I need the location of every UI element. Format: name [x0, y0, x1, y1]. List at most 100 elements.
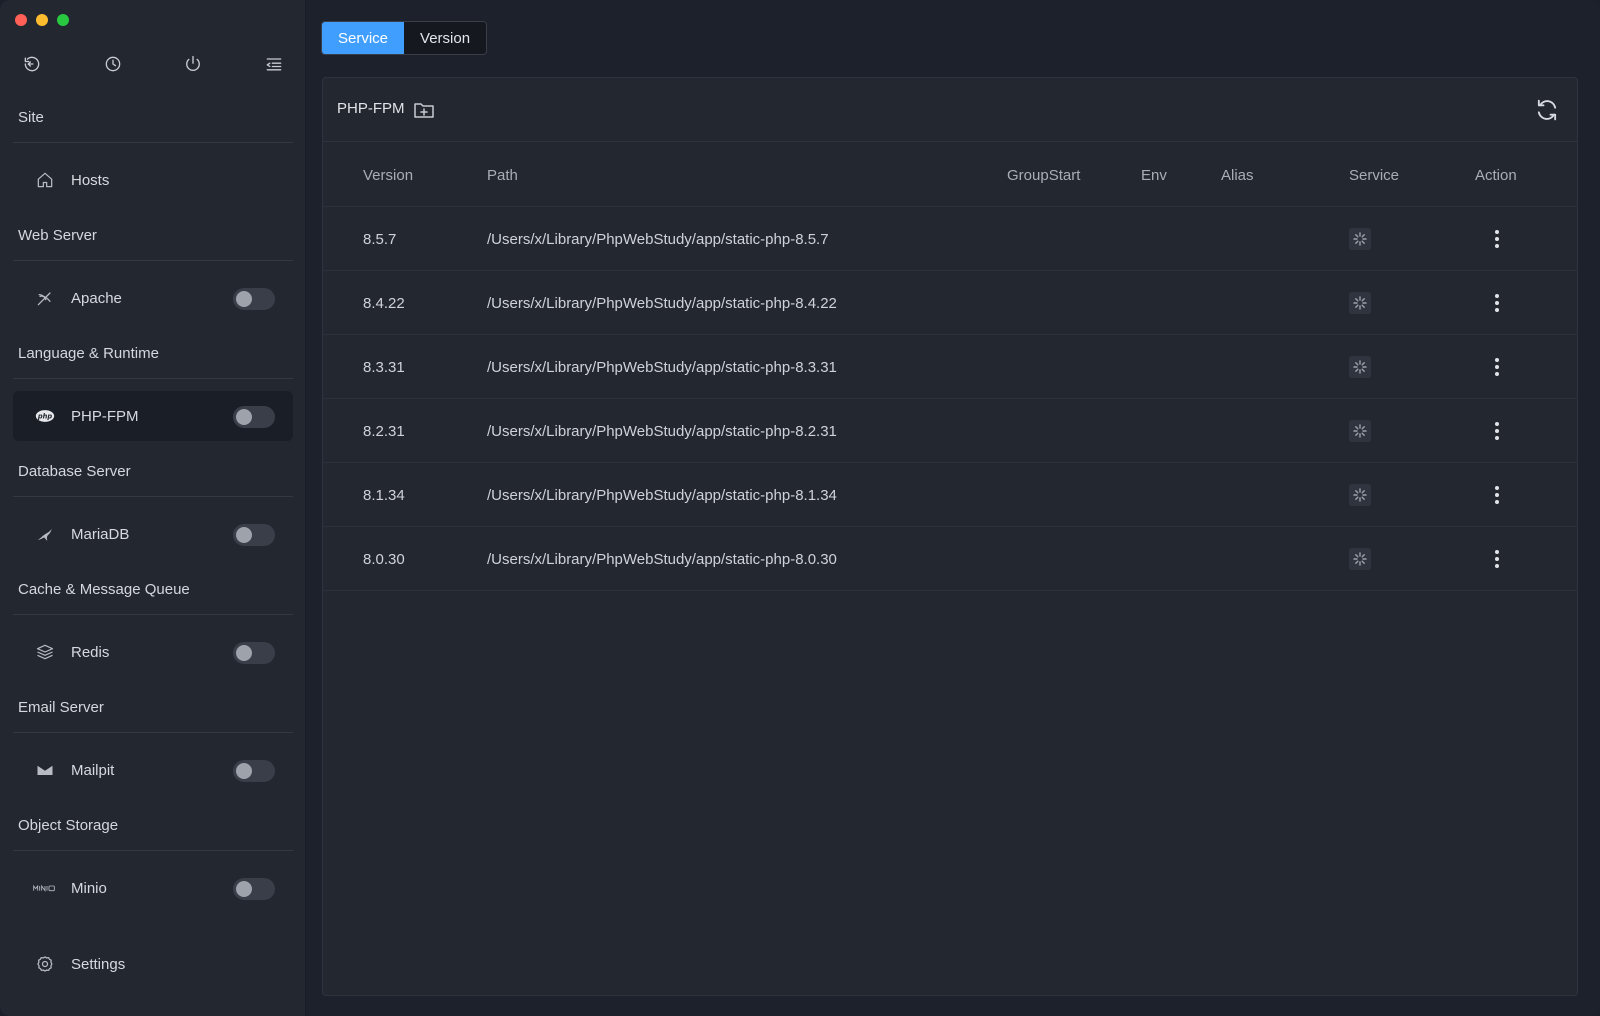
maximize-window-button[interactable] — [57, 14, 69, 26]
group-title-email-server: Email Server — [18, 699, 104, 716]
column-header-path: Path — [487, 166, 518, 184]
seal-icon — [33, 522, 57, 546]
loading-spinner-icon[interactable] — [1349, 228, 1371, 250]
row-service — [1349, 335, 1371, 399]
sidebar-item-label: Minio — [71, 879, 107, 897]
apache-toggle[interactable] — [233, 288, 275, 310]
home-icon — [33, 168, 57, 192]
row-action-menu[interactable] — [1485, 527, 1509, 591]
row-action-menu[interactable] — [1485, 207, 1509, 271]
refresh-icon[interactable] — [1533, 96, 1561, 124]
power-icon[interactable] — [179, 50, 207, 78]
sidebar-item-redis[interactable]: Redis — [13, 627, 293, 677]
row-service — [1349, 399, 1371, 463]
divider — [13, 260, 293, 261]
table-header: Version Path GroupStart Env Alias Servic… — [323, 143, 1577, 207]
more-vertical-icon — [1495, 422, 1499, 440]
php-fpm-toggle[interactable] — [233, 406, 275, 428]
loading-spinner-icon[interactable] — [1349, 548, 1371, 570]
row-version: 8.3.31 — [363, 358, 405, 376]
divider — [13, 614, 293, 615]
group-title-site: Site — [18, 109, 44, 126]
sidebar-item-label: Mailpit — [71, 761, 115, 779]
close-window-button[interactable] — [15, 14, 27, 26]
row-version: 8.4.22 — [363, 294, 405, 312]
loading-spinner-icon[interactable] — [1349, 420, 1371, 442]
column-header-env: Env — [1141, 166, 1167, 184]
row-path: /Users/x/Library/PhpWebStudy/app/static-… — [487, 422, 837, 440]
loading-spinner-icon[interactable] — [1349, 292, 1371, 314]
minio-toggle[interactable] — [233, 878, 275, 900]
sidebar-item-label: Settings — [71, 955, 126, 973]
row-action-menu[interactable] — [1485, 335, 1509, 399]
sidebar-item-label: Redis — [71, 643, 110, 661]
row-action-menu[interactable] — [1485, 399, 1509, 463]
sidebar-item-mariadb[interactable]: MariaDB — [13, 509, 293, 559]
php-icon: php — [33, 404, 57, 428]
back-arrow-icon[interactable] — [18, 50, 46, 78]
svg-text:php: php — [37, 413, 53, 421]
window-controls — [15, 14, 69, 26]
sidebar-item-mailpit[interactable]: Mailpit — [13, 745, 293, 795]
row-service — [1349, 207, 1371, 271]
tab-service[interactable]: Service — [322, 22, 405, 54]
sidebar-item-label: MariaDB — [71, 525, 130, 543]
more-vertical-icon — [1495, 358, 1499, 376]
sidebar-item-php-fpm[interactable]: php PHP-FPM — [13, 391, 293, 441]
group-title-language-runtime: Language & Runtime — [18, 345, 159, 362]
folder-add-icon[interactable] — [413, 100, 435, 120]
group-title-object-storage: Object Storage — [18, 817, 119, 834]
more-vertical-icon — [1495, 294, 1499, 312]
sidebar-item-minio[interactable]: Minio — [13, 863, 293, 913]
row-version: 8.2.31 — [363, 422, 405, 440]
row-service — [1349, 527, 1371, 591]
tab-bar: Service Version — [321, 21, 488, 55]
mariadb-toggle[interactable] — [233, 524, 275, 546]
row-path: /Users/x/Library/PhpWebStudy/app/static-… — [487, 294, 837, 312]
column-header-alias: Alias — [1221, 166, 1254, 184]
loading-spinner-icon[interactable] — [1349, 484, 1371, 506]
sidebar-item-label: Hosts — [71, 171, 110, 189]
row-version: 8.1.34 — [363, 486, 405, 504]
minio-icon — [33, 876, 57, 900]
app-window: Site Hosts Web Server Apache Language & … — [0, 0, 1600, 1016]
table-row: 8.2.31 /Users/x/Library/PhpWebStudy/app/… — [323, 399, 1577, 463]
sidebar: Site Hosts Web Server Apache Language & … — [0, 0, 306, 1016]
sidebar-item-hosts[interactable]: Hosts — [13, 155, 293, 205]
menu-collapse-icon[interactable] — [260, 50, 288, 78]
row-action-menu[interactable] — [1485, 463, 1509, 527]
more-vertical-icon — [1495, 550, 1499, 568]
row-version: 8.5.7 — [363, 230, 397, 248]
panel-title: PHP-FPM — [337, 100, 405, 117]
mail-icon — [33, 758, 57, 782]
loading-spinner-icon[interactable] — [1349, 356, 1371, 378]
divider — [13, 496, 293, 497]
sidebar-toolbar — [18, 50, 288, 78]
feather-icon — [33, 286, 57, 310]
more-vertical-icon — [1495, 486, 1499, 504]
minimize-window-button[interactable] — [36, 14, 48, 26]
column-header-action: Action — [1475, 166, 1517, 184]
row-action-menu[interactable] — [1485, 271, 1509, 335]
service-panel: PHP-FPM Version Path GroupStart Env Alia… — [322, 77, 1578, 996]
table-row: 8.3.31 /Users/x/Library/PhpWebStudy/app/… — [323, 335, 1577, 399]
table-row: 8.0.30 /Users/x/Library/PhpWebStudy/app/… — [323, 527, 1577, 591]
tab-version[interactable]: Version — [404, 22, 487, 54]
divider — [13, 378, 293, 379]
row-service — [1349, 463, 1371, 527]
column-header-groupstart: GroupStart — [1007, 166, 1081, 184]
row-path: /Users/x/Library/PhpWebStudy/app/static-… — [487, 550, 837, 568]
sidebar-item-label: PHP-FPM — [71, 407, 139, 425]
row-version: 8.0.30 — [363, 550, 405, 568]
column-header-version: Version — [363, 166, 414, 184]
divider — [13, 850, 293, 851]
table-row: 8.5.7 /Users/x/Library/PhpWebStudy/app/s… — [323, 207, 1577, 271]
clock-icon[interactable] — [99, 50, 127, 78]
mailpit-toggle[interactable] — [233, 760, 275, 782]
more-vertical-icon — [1495, 230, 1499, 248]
sidebar-item-settings[interactable]: Settings — [13, 939, 293, 989]
redis-toggle[interactable] — [233, 642, 275, 664]
sidebar-item-apache[interactable]: Apache — [13, 273, 293, 323]
divider — [13, 142, 293, 143]
stack-icon — [33, 640, 57, 664]
